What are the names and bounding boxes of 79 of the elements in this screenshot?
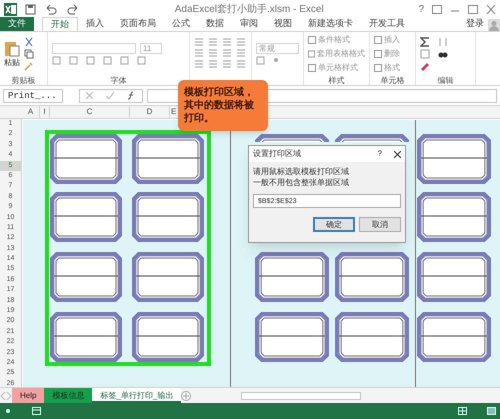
save-icon[interactable] bbox=[25, 4, 36, 14]
align-icon[interactable] bbox=[222, 38, 232, 47]
close-icon[interactable] bbox=[394, 150, 401, 158]
ribbon-tab[interactable]: 公式 bbox=[164, 17, 198, 31]
dialog-message: 请用鼠标选取模板打印区域 bbox=[253, 166, 350, 177]
column-header[interactable]: D bbox=[130, 106, 170, 118]
sheet-tab[interactable]: Help bbox=[12, 388, 44, 403]
dialog-button[interactable]: 取消 bbox=[359, 217, 401, 232]
align-icon[interactable] bbox=[194, 49, 204, 58]
align-icon[interactable] bbox=[208, 60, 218, 69]
label-frame-drawing bbox=[132, 134, 204, 184]
function-icon[interactable] bbox=[126, 91, 136, 100]
paste-button[interactable]: 粘贴 bbox=[4, 56, 20, 68]
ribbon-tab[interactable]: 新建选项卡 bbox=[300, 17, 361, 31]
help-button[interactable]: ? bbox=[418, 2, 424, 16]
ribbon-tab[interactable]: 插入 bbox=[78, 17, 112, 31]
undo-icon[interactable] bbox=[44, 4, 58, 14]
help-button[interactable]: ? bbox=[378, 148, 382, 160]
eraser-icon[interactable] bbox=[420, 60, 430, 70]
callout-note: 模板打印区域，其中的数据将被打印。 bbox=[178, 80, 268, 131]
ribbon-group-label: 编辑 bbox=[436, 75, 454, 85]
redo-icon[interactable] bbox=[66, 4, 80, 14]
font-name-field[interactable] bbox=[52, 42, 136, 54]
page-layout-icon[interactable] bbox=[487, 407, 496, 415]
brush-icon[interactable] bbox=[24, 60, 34, 70]
dialog-message: 一般不用包含整张单据区域 bbox=[253, 177, 350, 188]
label-frame-drawing bbox=[50, 312, 122, 362]
dialog-title: 设置打印区域 bbox=[253, 148, 302, 160]
check-icon[interactable] bbox=[106, 92, 114, 99]
align-icon[interactable] bbox=[208, 49, 218, 58]
ribbon-group-label: 单元格 bbox=[380, 75, 406, 85]
ribbon-tab[interactable]: 视图 bbox=[266, 17, 300, 31]
macro-record-icon[interactable] bbox=[32, 407, 41, 415]
ribbon-tab[interactable]: 数据 bbox=[198, 17, 232, 31]
align-icon[interactable] bbox=[236, 60, 246, 69]
name-box[interactable]: Print_... bbox=[3, 88, 63, 102]
sheet-tab[interactable]: 模板信息 bbox=[44, 388, 92, 403]
column-header[interactable]: I bbox=[40, 106, 50, 118]
ribbon-tab[interactable]: 开始 bbox=[42, 17, 78, 31]
scroll-left-icon[interactable] bbox=[0, 392, 6, 400]
add-sheet-icon[interactable] bbox=[181, 390, 192, 400]
align-icon[interactable] bbox=[222, 60, 232, 69]
align-icon[interactable] bbox=[236, 38, 246, 47]
ribbon-tab[interactable]: 审阅 bbox=[232, 17, 266, 31]
label-frame-drawing bbox=[50, 192, 122, 242]
column-header[interactable]: E bbox=[170, 106, 177, 118]
label-frame-drawing bbox=[132, 252, 204, 302]
ribbon-tab[interactable]: 页面布局 bbox=[112, 17, 164, 31]
align-icon[interactable] bbox=[194, 60, 204, 69]
copy-icon[interactable] bbox=[24, 48, 34, 58]
horizontal-scrollbar[interactable] bbox=[241, 392, 362, 400]
user-avatar-icon[interactable] bbox=[488, 19, 500, 31]
label-frame-drawing bbox=[50, 134, 122, 184]
cancel-icon[interactable] bbox=[86, 92, 94, 99]
align-icon[interactable] bbox=[194, 38, 204, 47]
normal-view-icon[interactable] bbox=[458, 407, 467, 415]
ribbon-tab[interactable]: 文件 bbox=[0, 17, 34, 31]
label-frame-drawing bbox=[132, 192, 204, 242]
ribbon-group-label: 字体 bbox=[110, 75, 128, 85]
ribbon-group-label: 样式 bbox=[328, 75, 346, 85]
maximize-icon[interactable] bbox=[468, 4, 478, 14]
column-header[interactable]: C bbox=[50, 106, 130, 118]
excel-app-icon[interactable] bbox=[4, 2, 17, 16]
sum-icon[interactable] bbox=[420, 36, 430, 46]
window-title: AdaExcel套打小助手.xlsm - Excel bbox=[174, 2, 325, 16]
sheet-tab[interactable]: 标签_单行打印_输出 bbox=[92, 388, 182, 403]
label-frame-drawing bbox=[132, 312, 204, 362]
dialog-button[interactable]: 确定 bbox=[313, 217, 355, 232]
align-icon[interactable] bbox=[222, 49, 232, 58]
scissors-icon[interactable] bbox=[24, 36, 34, 46]
sign-in-link[interactable]: 登录 bbox=[462, 17, 488, 31]
ready-icon bbox=[4, 407, 12, 415]
ribbon-group-label: 剪贴板 bbox=[10, 75, 36, 85]
align-icon[interactable] bbox=[208, 38, 218, 47]
ribbon-tab[interactable]: 开发工具 bbox=[361, 17, 413, 31]
label-frame-drawing bbox=[50, 252, 122, 302]
column-header[interactable]: A bbox=[22, 106, 40, 118]
align-icon[interactable] bbox=[236, 49, 246, 58]
scroll-right-icon[interactable] bbox=[6, 392, 12, 400]
